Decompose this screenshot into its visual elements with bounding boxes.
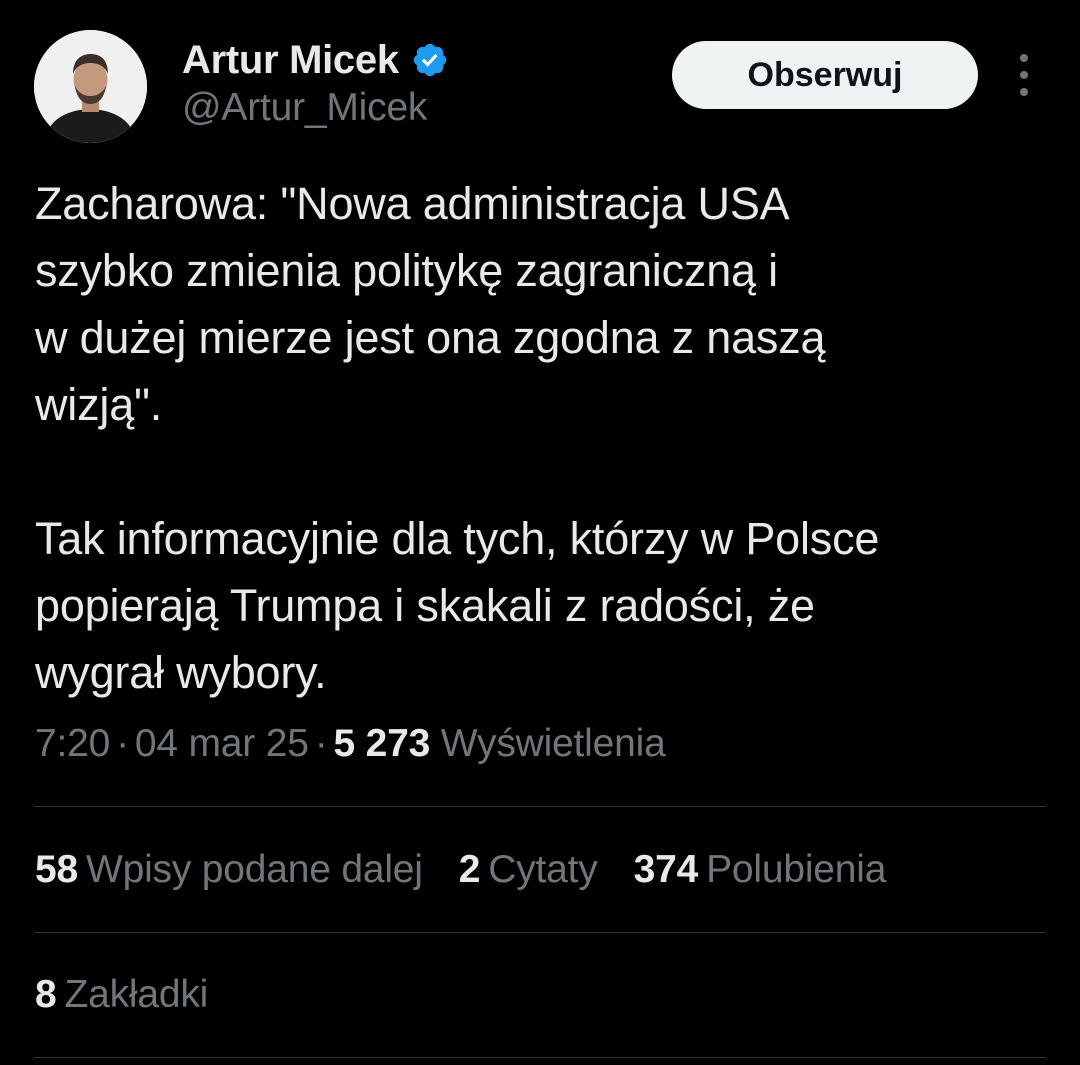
meta-separator: · (314, 722, 328, 765)
engagement-stats: 58 Wpisy podane dalej 2 Cytaty 374 Polubien… (35, 848, 922, 892)
divider (34, 806, 1046, 807)
author-name[interactable]: Artur Micek (182, 38, 399, 83)
tweet-time[interactable]: 7:20 (35, 722, 110, 765)
more-vertical-icon-dot (1020, 88, 1028, 96)
bookmarks-stat[interactable]: 8 Zakładki (35, 973, 208, 1017)
author-handle[interactable]: @Artur_Micek (182, 86, 427, 130)
verified-badge-icon (413, 43, 446, 77)
reposts-label: Wpisy podane dalej (85, 848, 423, 891)
divider (34, 1057, 1046, 1058)
avatar-photo (34, 30, 147, 143)
reposts-count: 58 (35, 848, 78, 891)
follow-button[interactable]: Obserwuj (672, 41, 978, 109)
quotes-count: 2 (458, 848, 481, 891)
more-vertical-icon (1020, 54, 1028, 62)
tweet-paragraph: Tak informacyjnie dla tych, którzy w Pol… (35, 513, 880, 698)
likes-count: 374 (633, 848, 699, 891)
more-options-button[interactable] (1004, 54, 1044, 96)
tweet-text: Zacharowa: "Nowa administracja USA szybk… (35, 170, 1055, 706)
likes-stat[interactable]: 374 Polubienia (634, 848, 887, 892)
quotes-stat[interactable]: 2 Cytaty (459, 848, 598, 892)
tweet-meta: 7:20 · 04 mar 25 · 5 273 Wyświetlenia (35, 722, 666, 766)
divider (34, 932, 1046, 933)
author-name-row[interactable]: Artur Micek (182, 36, 449, 84)
avatar[interactable] (34, 30, 147, 143)
likes-label: Polubienia (706, 848, 887, 891)
views-count: 5 273 (333, 722, 431, 765)
views-label: Wyświetlenia (440, 722, 666, 765)
tweet-date[interactable]: 04 mar 25 (135, 722, 309, 765)
bookmarks-label: Zakładki (64, 973, 209, 1016)
meta-separator: · (116, 722, 129, 765)
more-vertical-icon-dot (1020, 71, 1028, 79)
tweet-paragraph: Zacharowa: "Nowa administracja USA szybk… (35, 178, 826, 430)
quotes-label: Cytaty (488, 848, 598, 891)
reposts-stat[interactable]: 58 Wpisy podane dalej (35, 848, 423, 892)
bookmarks-count: 8 (35, 973, 57, 1016)
